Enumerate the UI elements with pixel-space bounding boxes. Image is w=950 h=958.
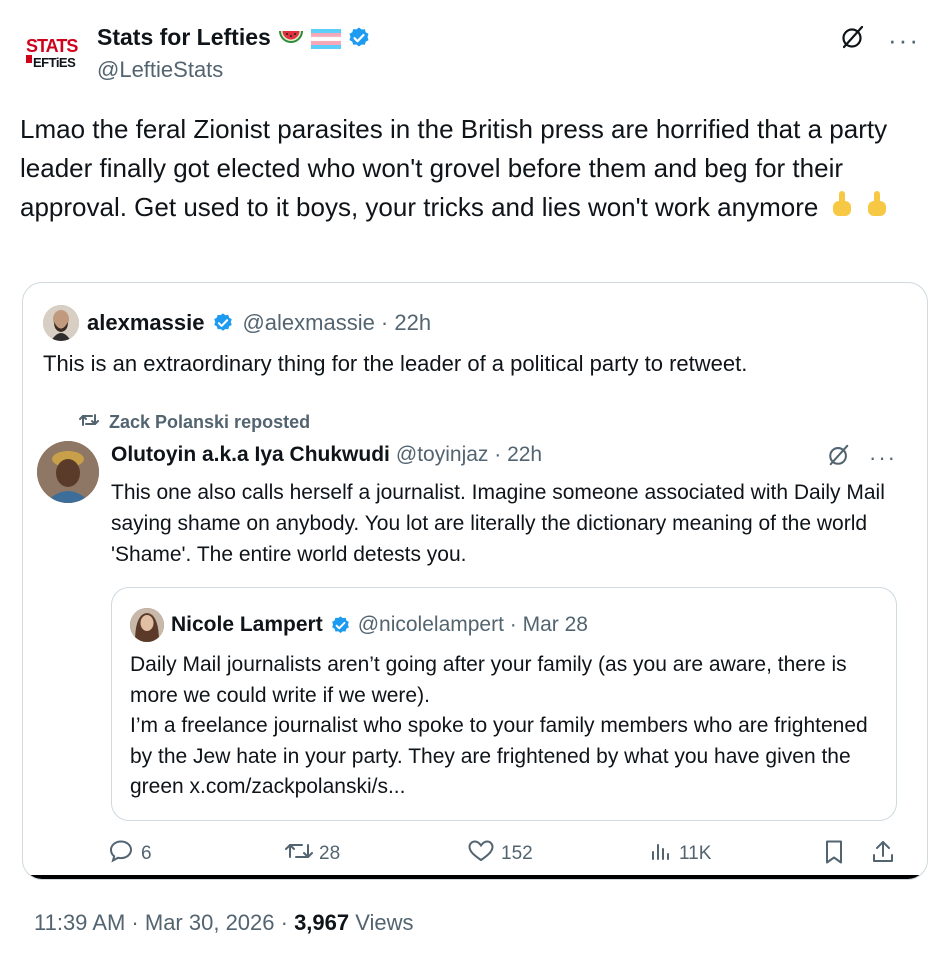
verified-badge-icon[interactable] [212,312,234,334]
bookmark-button[interactable] [823,839,845,871]
nested-quote-author-avatar[interactable] [130,608,164,642]
reply-count: 6 [141,843,152,864]
nested-quote-author-handle-time[interactable]: @nicolelampert · Mar 28 [358,613,588,637]
like-count: 152 [501,843,533,864]
nested-quoted-post-card[interactable]: Nicole Lampert @nicolelampert · Mar 28 D… [111,587,897,821]
quote-action-bar: 6 28 152 11K [23,839,927,871]
post-time[interactable]: 11:39 AM · Mar 30, 2026 · [34,910,294,935]
views-button[interactable]: 11K [649,839,711,869]
post-text-body: Lmao the feral Zionist parasites in the … [20,114,888,222]
views-count: 11K [679,843,712,864]
watermelon-icon [277,27,305,49]
transgender-flag-icon [310,27,341,49]
reposted-author-name[interactable]: Olutoyin a.k.a Iya Chukwudi [111,443,390,467]
verified-badge-icon[interactable] [330,615,351,636]
reply-icon [109,839,135,869]
quote-author-name[interactable]: alexmassie [87,310,204,336]
quote-header: alexmassie @alexmassie · 22h [43,305,431,341]
nested-quote-line-2: I’m a freelance journalist who spoke to … [130,714,868,798]
repost-icon [79,411,99,434]
quote-text: This is an extraordinary thing for the l… [43,351,748,376]
author-name-row: Stats for Lefties [97,24,371,51]
svg-text:EFTiES: EFTiES [33,55,76,70]
grok-icon[interactable] [840,24,866,55]
repost-label[interactable]: Zack Polanski reposted [109,412,310,433]
stats-for-lefties-logo: STATS EFTiES [24,34,80,74]
nested-quote-text: Daily Mail journalists aren’t going afte… [130,650,890,803]
repost-icon [285,839,313,869]
quote-author-avatar[interactable] [43,305,79,341]
share-button[interactable] [871,839,895,871]
reposted-author-avatar[interactable] [37,441,99,503]
more-options-icon[interactable]: ··· [869,446,897,468]
repost-button[interactable]: 28 [285,839,340,869]
heart-icon [467,839,495,869]
share-icon [871,839,895,871]
quote-author-handle-time[interactable]: @alexmassie · 22h [242,310,431,336]
reply-button[interactable]: 6 [109,839,152,869]
quote-card-bottom-border [23,875,927,879]
nested-quote-line-1: Daily Mail journalists aren’t going afte… [130,653,847,707]
post-views-label: Views [349,910,414,935]
grok-icon[interactable] [827,443,851,472]
quoted-post-card[interactable]: alexmassie @alexmassie · 22h This is an … [22,282,928,880]
nested-quote-author-name[interactable]: Nicole Lampert [171,613,323,637]
middle-finger-emoji-icon [830,190,854,229]
post-top-actions: ··· [840,24,920,55]
reposted-post-actions: ··· [827,443,897,472]
svg-text:STATS: STATS [26,36,78,56]
reposted-author-handle-time[interactable]: @toyinjaz · 22h [396,443,542,467]
more-options-icon[interactable]: ··· [888,27,920,53]
middle-finger-emoji-icon [865,190,889,229]
repost-indicator: Zack Polanski reposted [79,411,310,434]
verified-badge-icon[interactable] [347,26,371,50]
author-avatar[interactable]: STATS EFTiES [24,34,80,74]
analytics-icon [649,839,673,869]
like-button[interactable]: 152 [467,839,533,869]
bookmark-icon [823,839,845,871]
nested-quote-header: Nicole Lampert @nicolelampert · Mar 28 [130,608,588,642]
repost-count: 28 [319,843,341,864]
post-views-count: 3,967 [294,910,350,935]
post-text: Lmao the feral Zionist parasites in the … [20,110,930,229]
author-display-name[interactable]: Stats for Lefties [97,24,271,51]
reposted-post-header: Olutoyin a.k.a Iya Chukwudi @toyinjaz · … [111,443,542,467]
author-handle[interactable]: @LeftieStats [97,57,223,83]
post-timestamp: 11:39 AM · Mar 30, 2026 · 3,967 Views [34,910,414,936]
reposted-post-text: This one also calls herself a journalist… [111,481,885,566]
